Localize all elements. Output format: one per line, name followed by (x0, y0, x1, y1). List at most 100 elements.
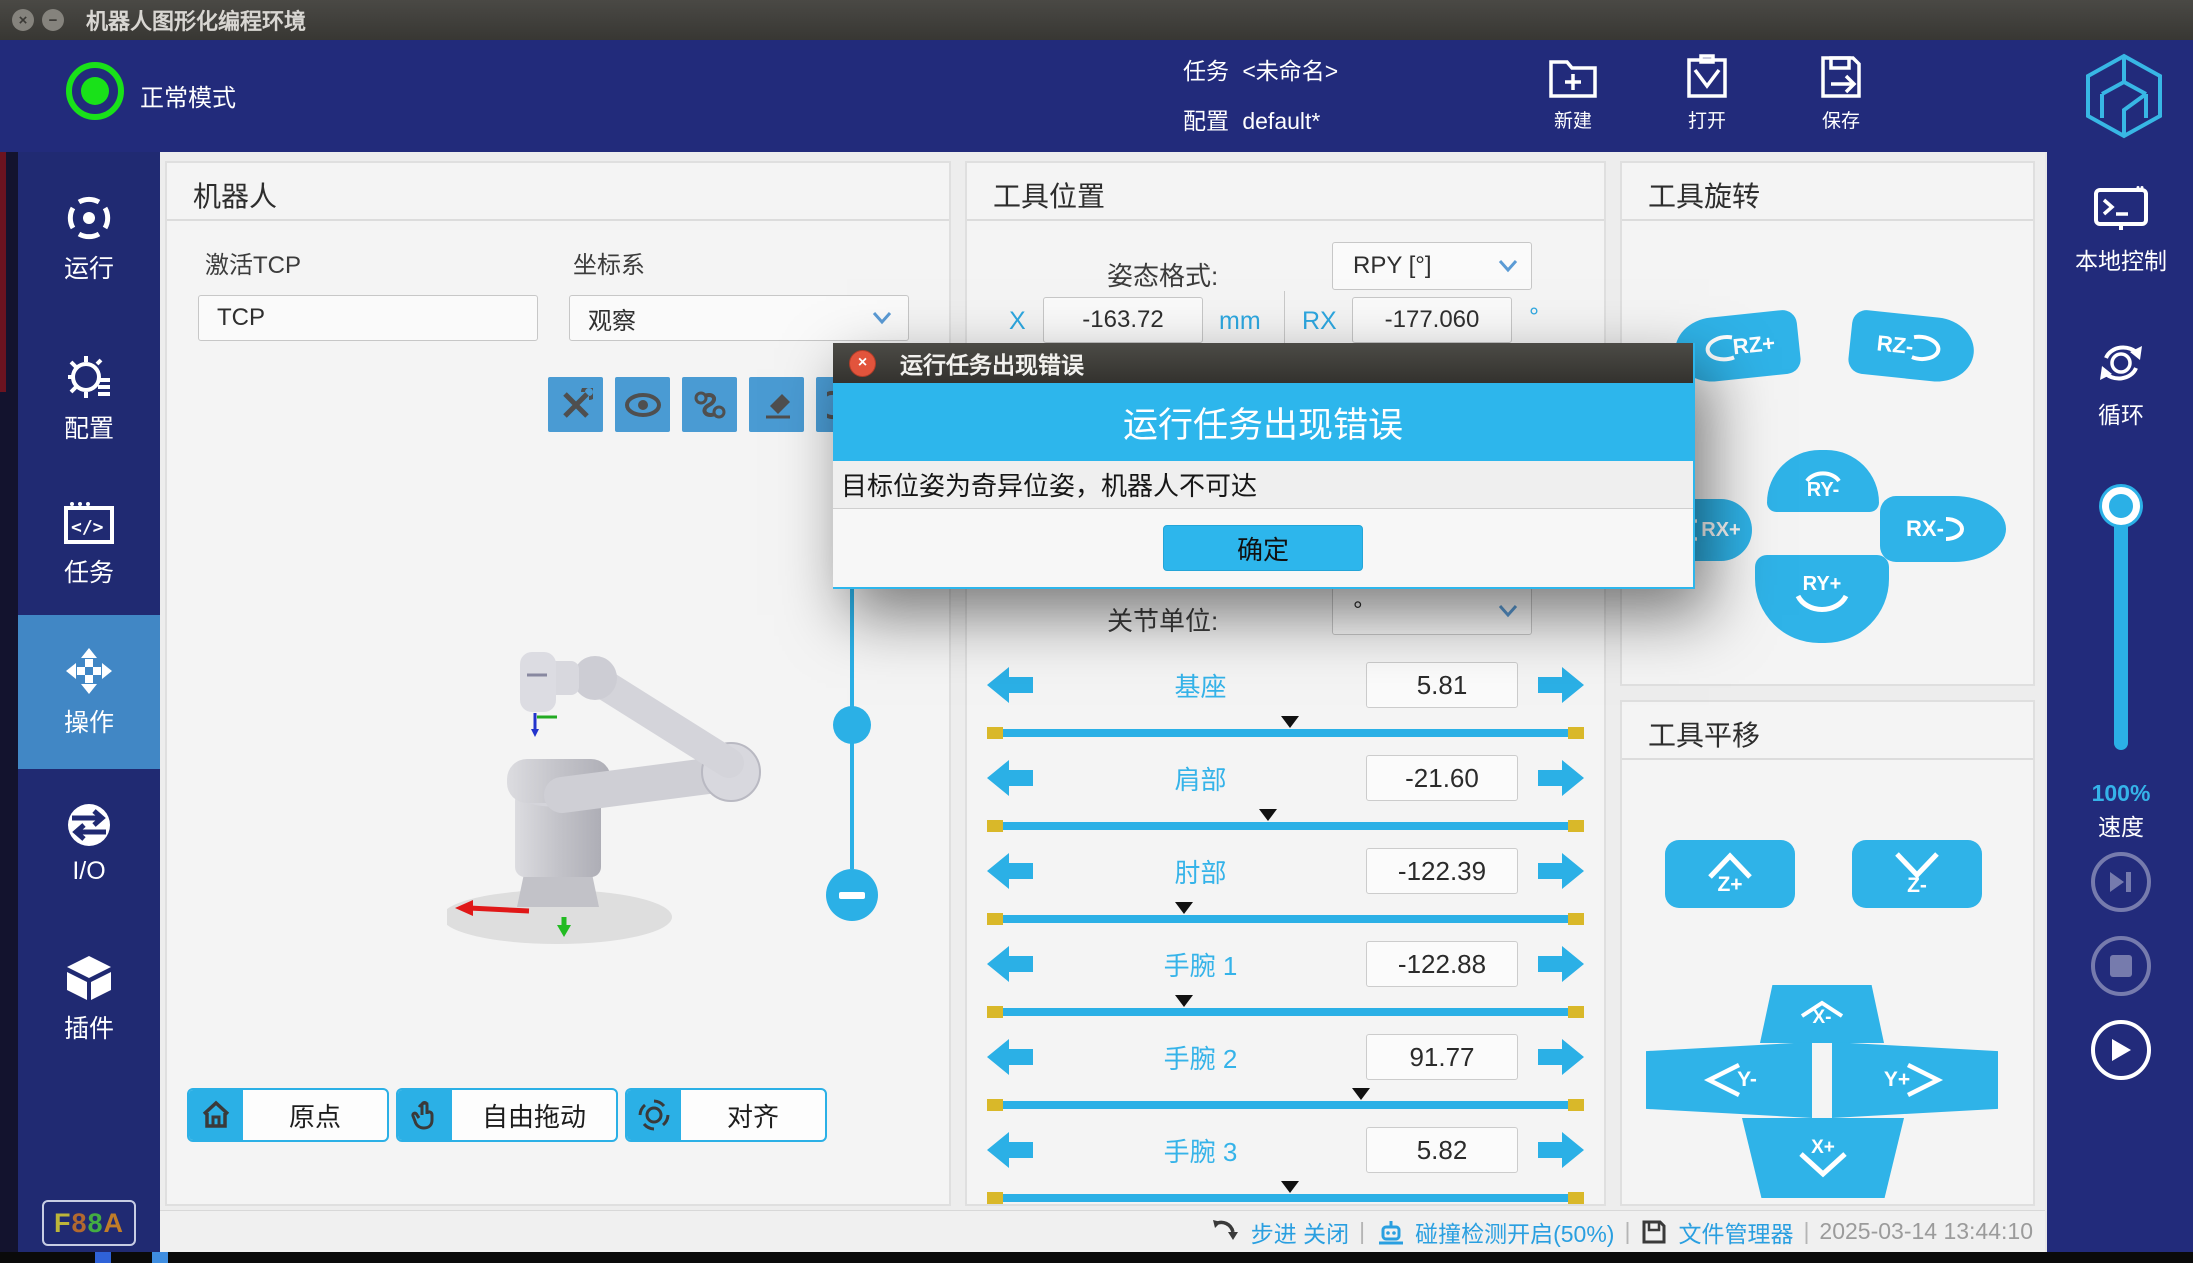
joint-slider[interactable] (987, 899, 1584, 929)
minimize-icon[interactable]: − (42, 9, 64, 31)
stop-button[interactable] (2091, 936, 2151, 996)
joint-unit-label: 关节单位: (1107, 601, 1218, 638)
z-minus-button[interactable]: Z- (1852, 840, 1982, 908)
jog-minus-button[interactable] (985, 757, 1035, 799)
jog-plus-button[interactable] (1536, 664, 1586, 706)
file-manager-link[interactable]: 文件管理器 (1678, 1215, 1793, 1249)
joint-slider-marker[interactable] (1281, 1181, 1299, 1193)
tcp-select[interactable]: TCP (198, 295, 538, 341)
close-icon[interactable]: × (12, 9, 34, 31)
jog-plus-button[interactable] (1536, 1129, 1586, 1171)
path-button[interactable] (682, 377, 737, 432)
jog-plus-button[interactable] (1536, 850, 1586, 892)
dialog-close-icon[interactable]: × (849, 350, 876, 377)
home-button[interactable]: 原点 (187, 1088, 389, 1142)
minus-icon (839, 892, 865, 899)
chevron-right-icon (1902, 1061, 1946, 1099)
view-button[interactable] (615, 377, 670, 432)
sidebar-item-operate[interactable]: 操作 (18, 646, 160, 739)
move-arrows-icon (64, 646, 114, 696)
y-minus-button[interactable]: Y- (1646, 1042, 1812, 1118)
rotate-arc-icon (1940, 513, 1980, 545)
speed-slider-track[interactable] (2114, 505, 2128, 750)
ry-minus-button[interactable]: RY- (1767, 450, 1879, 512)
jog-plus-button[interactable] (1536, 943, 1586, 985)
x-plus-button[interactable]: X+ (1742, 1118, 1904, 1198)
sidebar-item-task[interactable]: </> 任务 (18, 500, 160, 589)
joint-value-field[interactable]: -122.39 (1366, 848, 1518, 894)
dialog-titlebar[interactable]: × 运行任务出现错误 (833, 343, 1693, 383)
joint-slider-marker[interactable] (1281, 716, 1299, 728)
y-plus-button[interactable]: Y+ (1832, 1042, 1998, 1118)
joint-slider[interactable] (987, 992, 1584, 1022)
joint-slider-marker[interactable] (1352, 1088, 1370, 1100)
joint-slider-marker[interactable] (1175, 902, 1193, 914)
robot-3d-view[interactable] (447, 633, 777, 963)
loop-button[interactable]: 循环 (2047, 338, 2193, 430)
speed-slider-knob[interactable] (2102, 487, 2140, 525)
svg-text:</>: </> (71, 517, 104, 538)
save-task-button[interactable]: 保存 (1796, 50, 1886, 133)
joint-name: 基座 (1035, 667, 1366, 704)
jog-plus-button[interactable] (1536, 1036, 1586, 1078)
open-task-button[interactable]: 打开 (1662, 50, 1752, 133)
x-value-field[interactable]: -163.72 (1043, 297, 1203, 343)
z-plus-button[interactable]: Z+ (1665, 840, 1795, 908)
left-sidebar: 运行 配置 </> 任务 (18, 152, 160, 1263)
jog-minus-button[interactable] (985, 943, 1035, 985)
joint-value-field[interactable]: 5.81 (1366, 662, 1518, 708)
sidebar-item-config[interactable]: 配置 (18, 352, 160, 445)
play-icon (2109, 1037, 2133, 1063)
joint-slider-marker[interactable] (1259, 809, 1277, 821)
chevron-down-icon (1793, 1149, 1853, 1179)
rx-minus-button[interactable]: RX- (1880, 496, 2006, 562)
collision-status[interactable]: 碰撞检测开启(50%) (1415, 1215, 1614, 1249)
joint-slider[interactable] (987, 806, 1584, 836)
dialog-message: 目标位姿为奇异位姿，机器人不可达 (833, 461, 1693, 509)
rx-value-field[interactable]: -177.060 (1352, 297, 1512, 343)
view-zoom-slider-knob[interactable] (833, 706, 871, 744)
rotate-arc-icon (1905, 329, 1949, 369)
joint-slider-marker[interactable] (1175, 995, 1193, 1007)
mode-label: 正常模式 (140, 78, 236, 113)
joint-slider[interactable] (987, 1085, 1584, 1115)
new-task-button[interactable]: 新建 (1528, 50, 1618, 133)
sidebar-item-io[interactable]: I/O (18, 800, 160, 886)
frame-select[interactable]: 观察 (569, 295, 909, 341)
dialog-ok-button[interactable]: 确定 (1163, 525, 1363, 571)
jog-plus-button[interactable] (1536, 757, 1586, 799)
code-window-icon: </> (63, 500, 115, 546)
tools-button[interactable] (548, 377, 603, 432)
jog-minus-button[interactable] (985, 850, 1035, 892)
step-button[interactable] (2091, 852, 2151, 912)
joint-slider[interactable] (987, 1178, 1584, 1208)
jog-minus-button[interactable] (985, 1129, 1035, 1171)
joint-slider[interactable] (987, 713, 1584, 743)
sidebar-item-plugin[interactable]: 插件 (18, 954, 160, 1045)
erase-button[interactable] (749, 377, 804, 432)
play-button[interactable] (2091, 1020, 2151, 1080)
free-drag-button[interactable]: 自由拖动 (396, 1088, 618, 1142)
step-status[interactable]: 步进 关闭 (1251, 1215, 1349, 1249)
ry-plus-button[interactable]: RY+ (1755, 555, 1889, 643)
x-minus-button[interactable]: X- (1760, 985, 1884, 1043)
error-dialog: × 运行任务出现错误 运行任务出现错误 目标位姿为奇异位姿，机器人不可达 确定 (833, 343, 1695, 589)
joint-value-field[interactable]: 5.82 (1366, 1127, 1518, 1173)
local-control-button[interactable]: 本地控制 (2047, 186, 2193, 276)
joint-value-field[interactable]: -122.88 (1366, 941, 1518, 987)
sidebar-item-run[interactable]: 运行 (18, 194, 160, 285)
pose-format-select[interactable]: RPY [°] (1332, 242, 1532, 290)
jog-minus-button[interactable] (985, 664, 1035, 706)
joint-row: 基座 5.81 (985, 657, 1586, 713)
x-unit-label: mm (1219, 307, 1261, 336)
align-button[interactable]: 对齐 (625, 1088, 827, 1142)
jog-minus-button[interactable] (985, 1036, 1035, 1078)
zoom-out-button[interactable] (826, 869, 878, 921)
chevron-down-icon (1497, 259, 1519, 273)
joint-value-field[interactable]: -21.60 (1366, 755, 1518, 801)
bottom-strip (0, 1252, 2193, 1263)
rz-minus-button[interactable]: RZ- (1847, 309, 1977, 386)
joint-unit-select[interactable]: ° (1332, 587, 1532, 635)
robot-panel-title: 机器人 (193, 175, 277, 215)
joint-value-field[interactable]: 91.77 (1366, 1034, 1518, 1080)
